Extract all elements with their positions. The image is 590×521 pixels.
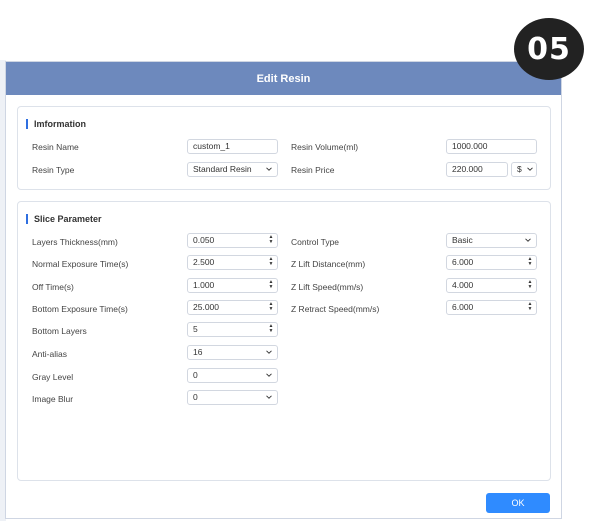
resin-type-label: Resin Type [32, 165, 75, 175]
chevron-down-icon [266, 395, 272, 399]
bottom-exposure-label: Bottom Exposure Time(s) [32, 304, 128, 314]
control-type-select[interactable]: Basic [446, 233, 537, 248]
background-edge-right [562, 60, 590, 521]
gray-level-select[interactable]: 0 [187, 368, 278, 383]
z-retract-speed-value: 6.000 [452, 302, 474, 312]
bottom-exposure-stepper[interactable]: 25.000 ▲ ▼ [187, 300, 278, 315]
spinner-arrows-icon[interactable]: ▲ ▼ [268, 280, 274, 291]
currency-select[interactable]: $ [511, 162, 537, 177]
bottom-layers-label: Bottom Layers [32, 326, 87, 336]
spinner-arrows-icon[interactable]: ▲ ▼ [268, 235, 274, 246]
information-title: Imformation [26, 119, 86, 129]
image-blur-select[interactable]: 0 [187, 390, 278, 405]
chevron-down-icon [527, 167, 533, 171]
z-lift-distance-stepper[interactable]: 6.000 ▲ ▼ [446, 255, 537, 270]
z-lift-distance-value: 6.000 [452, 257, 474, 267]
gray-level-label: Gray Level [32, 372, 74, 382]
bottom-layers-value: 5 [193, 324, 198, 334]
resin-price-label: Resin Price [291, 165, 335, 175]
resin-price-value: 220.000 [452, 164, 483, 174]
chevron-down-icon [266, 167, 272, 171]
image-blur-label: Image Blur [32, 394, 74, 404]
ok-button[interactable]: OK [486, 493, 550, 513]
resin-name-value: custom_1 [193, 141, 230, 151]
spinner-arrows-icon[interactable]: ▲ ▼ [527, 280, 533, 291]
resin-volume-input[interactable]: 1000.000 [446, 139, 537, 154]
normal-exposure-label: Normal Exposure Time(s) [32, 259, 129, 269]
edit-resin-dialog: Edit Resin Imformation Resin Name custom… [5, 61, 562, 519]
z-lift-distance-label: Z Lift Distance(mm) [291, 259, 366, 269]
bottom-exposure-value: 25.000 [193, 302, 219, 312]
dialog-title: Edit Resin [256, 72, 311, 85]
resin-price-input[interactable]: 220.000 [446, 162, 508, 177]
control-type-value: Basic [452, 235, 473, 245]
resin-type-value: Standard Resin [193, 164, 252, 174]
off-time-stepper[interactable]: 1.000 ▲ ▼ [187, 278, 278, 293]
resin-name-input[interactable]: custom_1 [187, 139, 278, 154]
anti-alias-label: Anti-alias [32, 349, 67, 359]
chevron-down-icon [266, 373, 272, 377]
resin-volume-label: Resin Volume(ml) [291, 142, 359, 152]
layers-thickness-label: Layers Thickness(mm) [32, 237, 118, 247]
image-blur-value: 0 [193, 392, 198, 402]
spinner-arrows-icon[interactable]: ▲ ▼ [268, 324, 274, 335]
z-lift-speed-stepper[interactable]: 4.000 ▲ ▼ [446, 278, 537, 293]
anti-alias-select[interactable]: 16 [187, 345, 278, 360]
spinner-arrows-icon[interactable]: ▲ ▼ [268, 257, 274, 268]
anti-alias-value: 16 [193, 347, 203, 357]
currency-value: $ [517, 164, 522, 174]
spinner-arrows-icon[interactable]: ▲ ▼ [268, 302, 274, 313]
z-retract-speed-stepper[interactable]: 6.000 ▲ ▼ [446, 300, 537, 315]
z-retract-speed-label: Z Retract Speed(mm/s) [291, 304, 380, 314]
z-lift-speed-label: Z Lift Speed(mm/s) [291, 282, 364, 292]
information-panel: Imformation Resin Name custom_1 Resin Vo… [17, 106, 551, 190]
spinner-arrows-icon[interactable]: ▲ ▼ [527, 257, 533, 268]
normal-exposure-stepper[interactable]: 2.500 ▲ ▼ [187, 255, 278, 270]
normal-exposure-value: 2.500 [193, 257, 215, 267]
resin-type-select[interactable]: Standard Resin [187, 162, 278, 177]
chevron-down-icon [525, 238, 531, 242]
chevron-down-icon [266, 350, 272, 354]
slice-parameter-panel: Slice Parameter Layers Thickness(mm) 0.0… [17, 201, 551, 481]
control-type-label: Control Type [291, 237, 340, 247]
bottom-layers-stepper[interactable]: 5 ▲ ▼ [187, 322, 278, 337]
layers-thickness-stepper[interactable]: 0.050 ▲ ▼ [187, 233, 278, 248]
z-lift-speed-value: 4.000 [452, 280, 474, 290]
off-time-value: 1.000 [193, 280, 215, 290]
slice-parameter-title: Slice Parameter [26, 214, 102, 224]
resin-volume-value: 1000.000 [452, 141, 488, 151]
resin-name-label: Resin Name [32, 142, 79, 152]
off-time-label: Off Time(s) [32, 282, 74, 292]
layers-thickness-value: 0.050 [193, 235, 215, 245]
gray-level-value: 0 [193, 370, 198, 380]
spinner-arrows-icon[interactable]: ▲ ▼ [527, 302, 533, 313]
dialog-titlebar: Edit Resin [6, 62, 561, 95]
step-badge: 05 [514, 18, 584, 80]
